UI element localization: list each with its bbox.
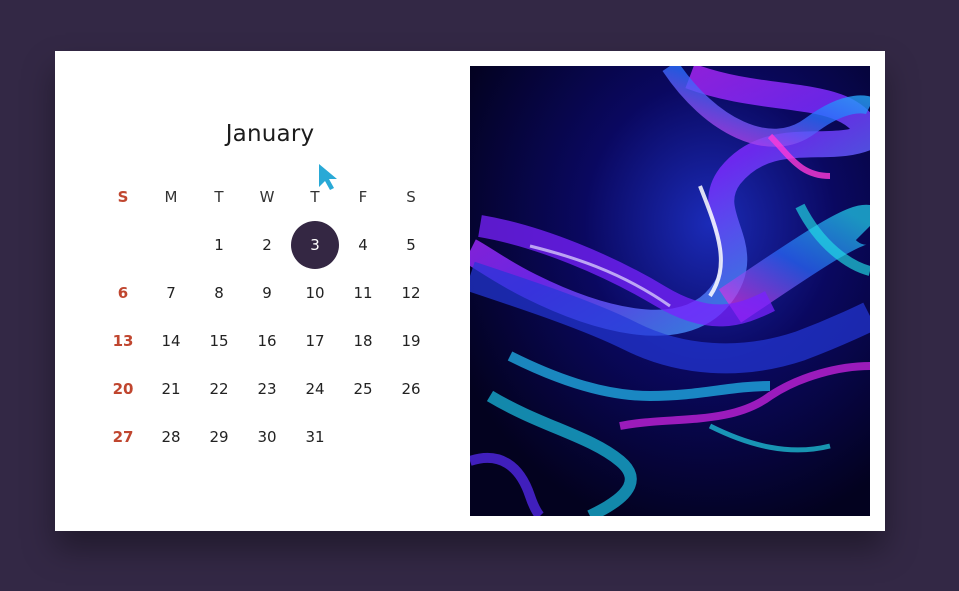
day-cell[interactable]: 21 (147, 365, 195, 413)
day-cell[interactable]: 16 (243, 317, 291, 365)
weekday-friday: F (358, 188, 368, 206)
day-cell[interactable]: 22 (195, 365, 243, 413)
weekday-saturday: S (406, 188, 416, 206)
calendar-grid: S M T W T F S 1 2 3 4 5 6 7 8 9 10 11 12… (99, 173, 435, 461)
day-cell[interactable]: 2 (243, 221, 291, 269)
day-cell-empty (339, 413, 387, 461)
day-cell-empty (387, 413, 435, 461)
day-cell[interactable]: 9 (243, 269, 291, 317)
month-title: January (225, 121, 315, 147)
weekday-monday: M (164, 188, 178, 206)
abstract-art-image (470, 66, 870, 516)
weekday-sunday: S (117, 188, 129, 206)
day-cell-sunday[interactable]: 20 (99, 365, 147, 413)
day-cell[interactable]: 28 (147, 413, 195, 461)
day-cell[interactable]: 7 (147, 269, 195, 317)
mouse-cursor-icon (319, 164, 337, 190)
day-cell-sunday[interactable]: 13 (99, 317, 147, 365)
day-cell[interactable]: 31 (291, 413, 339, 461)
day-cell-empty (99, 221, 147, 269)
day-cell[interactable]: 10 (291, 269, 339, 317)
day-cell[interactable]: 25 (339, 365, 387, 413)
day-cell[interactable]: 8 (195, 269, 243, 317)
today-label: 3 (291, 221, 339, 269)
day-cell[interactable]: 23 (243, 365, 291, 413)
day-cell[interactable]: 5 (387, 221, 435, 269)
day-cell[interactable]: 1 (195, 221, 243, 269)
day-cell[interactable]: 17 (291, 317, 339, 365)
day-cell-sunday[interactable]: 27 (99, 413, 147, 461)
calendar-card: January S M T W T F S 1 2 3 4 5 6 7 8 9 … (55, 51, 885, 531)
fluid-art-icon (470, 66, 870, 516)
day-cell[interactable]: 15 (195, 317, 243, 365)
day-cell[interactable]: 19 (387, 317, 435, 365)
day-cell[interactable]: 4 (339, 221, 387, 269)
day-cell-sunday[interactable]: 6 (99, 269, 147, 317)
day-cell[interactable]: 11 (339, 269, 387, 317)
day-cell[interactable]: 18 (339, 317, 387, 365)
day-cell-today[interactable]: 3 (291, 221, 339, 269)
day-cell-empty (147, 221, 195, 269)
day-cell[interactable]: 12 (387, 269, 435, 317)
day-cell[interactable]: 24 (291, 365, 339, 413)
day-cell[interactable]: 29 (195, 413, 243, 461)
day-cell[interactable]: 30 (243, 413, 291, 461)
day-cell[interactable]: 26 (387, 365, 435, 413)
weekday-wednesday: W (259, 188, 275, 206)
weekday-tuesday: T (214, 188, 224, 206)
day-cell[interactable]: 14 (147, 317, 195, 365)
